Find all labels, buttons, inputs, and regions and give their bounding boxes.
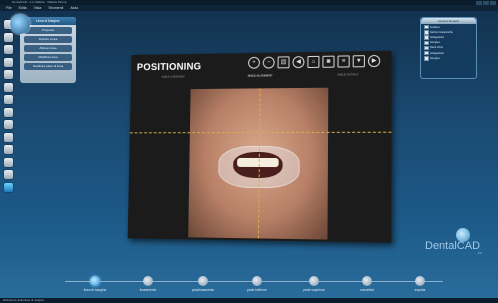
status-bar: Definizione della linea di margine (0, 298, 498, 303)
home-icon[interactable]: ⌂ (307, 55, 320, 68)
camera-icon[interactable]: ◙ (322, 55, 335, 68)
layers-icon[interactable]: ≡ (337, 55, 350, 68)
checkbox-icon[interactable] (424, 30, 429, 35)
nav-item-modify-line[interactable]: Modifica Linea (24, 54, 72, 61)
zoom-in-icon[interactable]: + (248, 56, 260, 69)
dropdown-icon[interactable]: ▼ (352, 55, 365, 68)
positioning-title: POSITIONING (136, 61, 202, 74)
tool-14-icon[interactable] (4, 182, 13, 192)
workflow-timeline: linea di margine inserimento posizioname… (0, 272, 498, 298)
positioning-panel: POSITIONING + − ▤ ◀ ⌂ ◙ ≡ ▼ ▶ SMILE OVER… (127, 50, 392, 243)
tool-6-icon[interactable] (4, 82, 13, 92)
app-logo-icon (10, 14, 30, 34)
step-lower-part[interactable]: parte inferiore (227, 276, 287, 292)
positioning-subtabs: SMILE OVERVIEW SMILE ALIGNMENT SMILE DET… (131, 72, 392, 79)
step-dot[interactable] (415, 276, 425, 286)
step-dot[interactable] (90, 276, 100, 286)
library-item[interactable]: Antagonista (424, 50, 473, 56)
subtab-smile-alignment[interactable]: SMILE ALIGNMENT (248, 73, 273, 77)
step-connectors[interactable]: connettori (337, 276, 397, 292)
step-dot[interactable] (198, 276, 208, 286)
step-dot[interactable] (252, 276, 262, 286)
brand-name: DentalCAD (425, 240, 481, 252)
checkbox-icon[interactable] (424, 24, 429, 30)
arrow-left-icon[interactable]: ◀ (292, 56, 305, 69)
positioning-toolbar: + − ▤ ◀ ⌂ ◙ ≡ ▼ ▶ (248, 54, 381, 69)
step-positioning[interactable]: posizionamento (173, 276, 233, 292)
subtab-smile-details[interactable]: SMILE DETAILS (337, 72, 358, 76)
menu-help[interactable]: Aiuto (70, 5, 78, 11)
tool-7-icon[interactable] (4, 95, 13, 104)
menu-view[interactable]: Vista (34, 5, 42, 11)
library-item[interactable]: Scultura (424, 24, 473, 30)
menu-edit[interactable]: Edita (19, 5, 27, 11)
brand-version: 2.2 (478, 252, 482, 255)
minimize-button[interactable] (476, 0, 482, 5)
checkbox-icon[interactable] (424, 40, 429, 45)
trash-icon[interactable]: ▤ (277, 56, 290, 69)
library-item[interactable]: Gengiva (424, 56, 473, 61)
tool-3-icon[interactable] (4, 45, 13, 54)
step-dot[interactable] (362, 276, 372, 286)
step-dot[interactable] (143, 276, 153, 286)
tool-9-icon[interactable] (4, 120, 13, 129)
tool-8-icon[interactable] (4, 107, 13, 117)
nav-item-replace-line[interactable]: Sostituire parte di linea (24, 63, 72, 70)
tool-13-icon[interactable] (4, 170, 13, 179)
nav-item-define-line[interactable]: Definire Linea (24, 36, 72, 43)
patient-face-photo[interactable] (188, 87, 329, 240)
nav-item-proposal[interactable]: Proposta (24, 27, 72, 34)
checkbox-icon[interactable] (424, 35, 429, 40)
tool-11-icon[interactable] (4, 145, 13, 154)
model-library-title: Libreria Modello (421, 18, 476, 24)
checkbox-icon[interactable] (424, 50, 429, 56)
menu-file[interactable]: File (6, 5, 12, 11)
zoom-out-icon[interactable]: − (262, 56, 275, 69)
left-toolbar (2, 20, 15, 195)
tool-5-icon[interactable] (4, 70, 13, 79)
step-insertion[interactable]: inserimento (118, 276, 178, 292)
model-library-panel: Libreria Modello Scultura Sezioni Anatom… (420, 17, 477, 79)
library-item[interactable]: Denti Vicini (424, 45, 473, 51)
library-item[interactable]: Sezioni Anatomiche (424, 30, 473, 35)
step-dot[interactable] (309, 276, 319, 286)
checkbox-icon[interactable] (424, 45, 429, 51)
tool-12-icon[interactable] (4, 157, 13, 167)
window-title: DentalCAD - 2.2 Valletta - Valletta Siro… (12, 0, 67, 4)
nav-item-align-line[interactable]: Allinea Linea (24, 45, 72, 52)
tool-4-icon[interactable] (4, 57, 13, 67)
tool-10-icon[interactable] (4, 132, 13, 142)
checkbox-icon[interactable] (424, 56, 429, 61)
tool-2-icon[interactable] (4, 32, 13, 42)
close-button[interactable] (490, 0, 496, 5)
library-item[interactable]: Gengiva (424, 40, 473, 45)
maximize-button[interactable] (483, 0, 489, 5)
library-item[interactable]: Antagonista (424, 35, 473, 40)
step-export[interactable]: esporta (390, 276, 450, 292)
arrow-right-icon[interactable]: ▶ (367, 54, 381, 68)
menu-bar: File Edita Vista Strumenti Aiuto (0, 5, 498, 11)
menu-tools[interactable]: Strumenti (48, 5, 63, 11)
step-margin-line[interactable]: linea di margine (65, 276, 125, 292)
subtab-smile-overview[interactable]: SMILE OVERVIEW (162, 75, 185, 79)
step-upper-part[interactable]: parte superiore (284, 276, 344, 292)
